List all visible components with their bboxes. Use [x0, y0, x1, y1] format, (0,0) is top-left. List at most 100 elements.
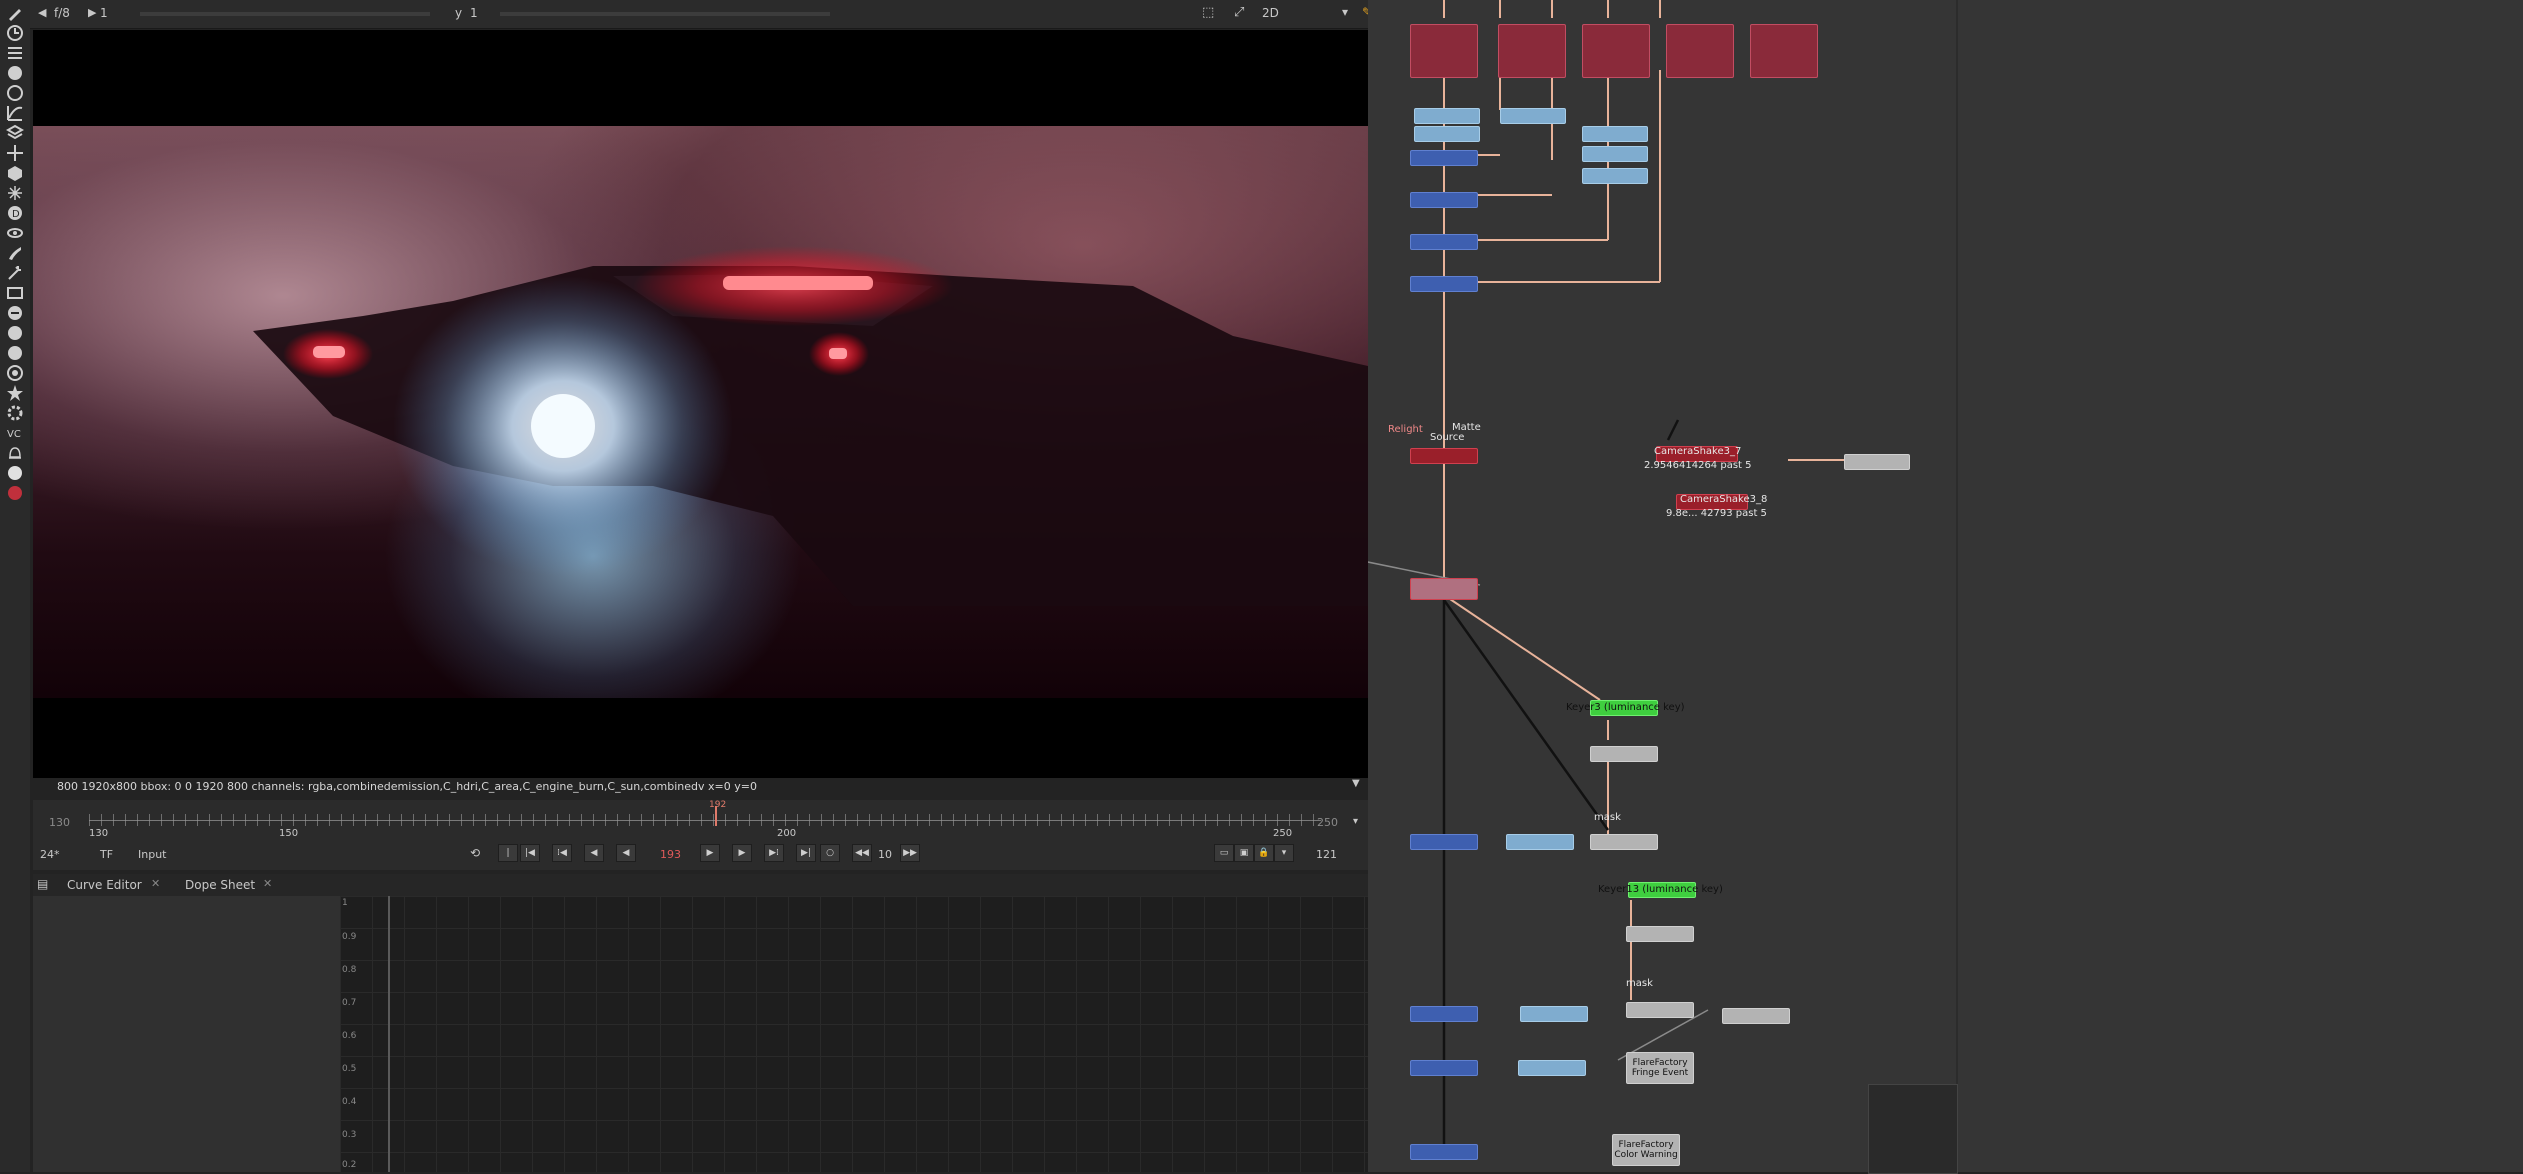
step-field[interactable]: 10 — [878, 848, 892, 861]
gizmo-icon[interactable] — [4, 302, 26, 324]
bell-icon[interactable] — [4, 442, 26, 464]
read-node[interactable] — [1666, 24, 1734, 78]
end-frame-field[interactable]: 121 — [1316, 848, 1337, 861]
merge-node[interactable] — [1410, 150, 1478, 166]
gamma-field[interactable]: 1 — [470, 6, 478, 20]
noop-node[interactable] — [1844, 454, 1910, 470]
merge-mask-node[interactable] — [1626, 1002, 1694, 1018]
layers-icon[interactable] — [4, 122, 26, 144]
info-dropdown-icon[interactable]: ▼ — [1352, 778, 1360, 789]
gain-slider[interactable] — [140, 12, 430, 16]
node-graph[interactable]: Relight Matte Source CameraShake3_7 2.95… — [1368, 0, 2523, 1172]
next-frame-button[interactable]: ▶ — [732, 844, 752, 862]
read-node[interactable] — [1498, 24, 1566, 78]
d-icon[interactable]: D — [4, 202, 26, 224]
tab-curve-editor[interactable]: Curve Editor — [67, 878, 142, 892]
cube-icon[interactable] — [4, 162, 26, 184]
curve-icon[interactable] — [4, 102, 26, 124]
brush-icon[interactable] — [4, 242, 26, 264]
merge-node[interactable] — [1410, 192, 1478, 208]
play-backward-button[interactable]: ◀ — [616, 844, 636, 862]
timeline-start[interactable]: 130 — [49, 816, 70, 829]
next-keyframe-button[interactable]: ▶| — [796, 844, 816, 862]
timeline-menu-icon[interactable]: ▾ — [1353, 816, 1358, 827]
shuffle-node[interactable] — [1582, 146, 1648, 162]
current-frame-field[interactable]: 193 — [660, 848, 681, 861]
timeline-end[interactable]: 250 — [1317, 816, 1338, 829]
grade-node[interactable] — [1626, 926, 1694, 942]
read-node[interactable] — [1410, 24, 1478, 78]
python-icon[interactable] — [4, 462, 26, 484]
step-forward-button[interactable]: ▶▶ — [900, 844, 920, 862]
play-forward-button[interactable]: ▶ — [700, 844, 720, 862]
shuffle-node[interactable] — [1414, 108, 1480, 124]
play-back-icon[interactable]: ◀ — [38, 6, 46, 19]
red-tool-icon[interactable] — [4, 482, 26, 504]
shuffle-node[interactable] — [1518, 1060, 1586, 1076]
particle-icon[interactable] — [4, 182, 26, 204]
vc-icon[interactable]: VC — [4, 422, 26, 444]
wand-icon[interactable] — [4, 262, 26, 284]
loop-icon[interactable]: ⟲ — [470, 846, 480, 860]
menu-icon[interactable] — [4, 42, 26, 64]
prev-increment-button[interactable]: ⁞◀ — [552, 844, 572, 862]
curve-editor-grid[interactable]: 1 0.9 0.8 0.7 0.6 0.5 0.4 0.3 0.2 — [340, 896, 1368, 1172]
monitor-button[interactable]: ▭ — [1214, 844, 1234, 862]
close-icon[interactable]: ✕ — [263, 877, 272, 890]
merge-node[interactable] — [1410, 276, 1478, 292]
clock-icon[interactable] — [4, 22, 26, 44]
view-mode-select[interactable]: 2D — [1262, 6, 1279, 20]
move-icon[interactable] — [4, 142, 26, 164]
shuffle-node[interactable] — [1582, 126, 1648, 142]
tool-a-icon[interactable] — [4, 322, 26, 344]
merge-node[interactable] — [1410, 1060, 1478, 1076]
eye-icon[interactable] — [4, 222, 26, 244]
shuffle-node[interactable] — [1500, 108, 1566, 124]
record-button[interactable]: ○ — [820, 844, 840, 862]
flipbook-button[interactable]: ▣ — [1234, 844, 1254, 862]
node-graph-minimap[interactable] — [1868, 1084, 1958, 1174]
grade-node[interactable] — [1590, 746, 1658, 762]
flare-factory-node[interactable]: FlareFactory Color Warning — [1612, 1134, 1680, 1166]
merge-node[interactable] — [1410, 1144, 1478, 1160]
merge-node[interactable] — [1410, 1006, 1478, 1022]
relight-node[interactable] — [1410, 448, 1478, 464]
input-select[interactable]: Input — [138, 848, 166, 861]
shuffle-node[interactable] — [1582, 168, 1648, 184]
play-forward-icon[interactable]: ▶ — [88, 6, 96, 19]
disabled-merge-node[interactable] — [1410, 578, 1478, 600]
merge-node[interactable] — [1410, 234, 1478, 250]
read-node[interactable] — [1750, 24, 1818, 78]
merge-mask-node[interactable] — [1590, 834, 1658, 850]
tool-b-icon[interactable] — [4, 342, 26, 364]
prev-frame-button[interactable]: ◀ — [584, 844, 604, 862]
prev-keyframe-button[interactable]: |◀ — [520, 844, 540, 862]
shuffle-node[interactable] — [1520, 1006, 1588, 1022]
spiral-icon[interactable] — [4, 362, 26, 384]
tab-dope-sheet[interactable]: Dope Sheet — [185, 878, 255, 892]
next-increment-button[interactable]: ▶⁞ — [764, 844, 784, 862]
tf-select[interactable]: TF — [100, 848, 113, 861]
shuffle-node[interactable] — [1506, 834, 1574, 850]
close-icon[interactable]: ✕ — [151, 877, 160, 890]
color-wheel-icon[interactable] — [4, 62, 26, 84]
merge-node[interactable] — [1410, 834, 1478, 850]
lock-button[interactable]: 🔒 — [1254, 844, 1274, 862]
panel-icon[interactable] — [4, 282, 26, 304]
first-frame-button[interactable]: | — [498, 844, 518, 862]
noop-node[interactable] — [1722, 1008, 1790, 1024]
frame-field[interactable]: 1 — [100, 6, 108, 20]
gear-icon[interactable] — [4, 402, 26, 424]
read-node[interactable] — [1582, 24, 1650, 78]
panel-menu-icon[interactable]: ▤ — [37, 877, 48, 891]
flare-factory-node[interactable]: FlareFactory Fringe Event — [1626, 1052, 1694, 1084]
settings-button[interactable]: ▾ — [1274, 844, 1294, 862]
circle-icon[interactable] — [4, 82, 26, 104]
star-icon[interactable] — [4, 382, 26, 404]
fps-select[interactable]: 24* — [40, 848, 60, 861]
panel-divider[interactable] — [1956, 0, 1958, 1172]
gamma-slider[interactable] — [500, 12, 830, 16]
pencil-icon[interactable] — [4, 2, 26, 24]
dropdown-icon[interactable]: ▾ — [1342, 5, 1348, 19]
axis-icon[interactable]: ⤢ — [1234, 5, 1244, 20]
